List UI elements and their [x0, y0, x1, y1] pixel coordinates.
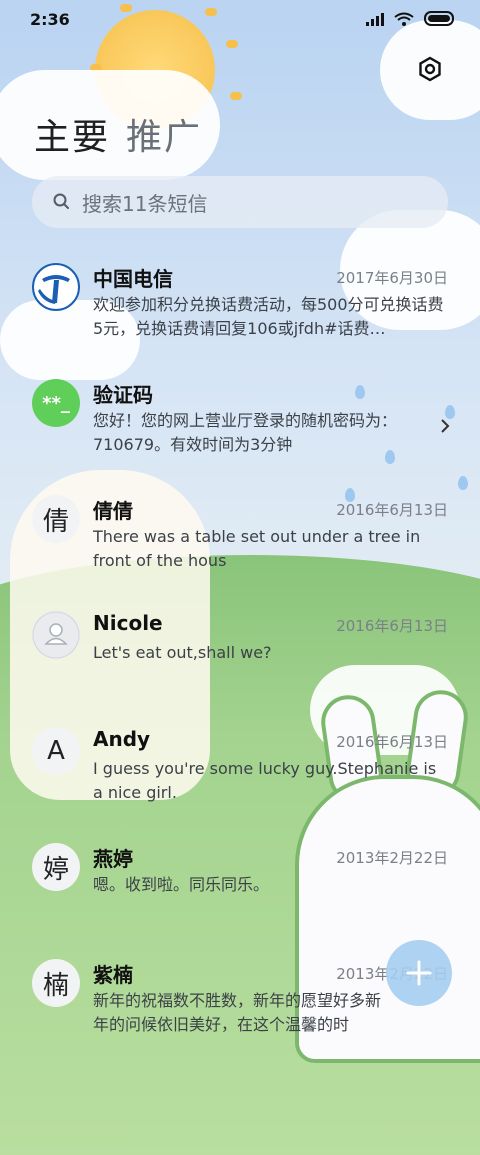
message-preview: 新年的祝福数不胜数，新年的愿望好多新年的问候依旧美好，在这个温馨的时	[93, 991, 382, 1034]
message-preview: Let's eat out,shall we?	[93, 643, 272, 662]
conversation-row[interactable]: 倩 倩倩 2016年6月13日 There was a table set ou…	[0, 477, 480, 593]
china-telecom-logo-icon	[32, 263, 80, 311]
new-message-button[interactable]	[386, 940, 452, 1006]
message-date: 2016年6月13日	[336, 733, 448, 751]
conversation-row[interactable]: 中国电信 2017年6月30日 欢迎参加积分兑换话费活动，每500分可兑换话费5…	[0, 245, 480, 361]
contact-name: 中国电信	[93, 267, 173, 291]
battery-icon	[424, 11, 454, 26]
contact-name: 验证码	[93, 383, 153, 407]
search-icon	[53, 193, 69, 209]
message-date: 2016年6月13日	[336, 501, 448, 519]
contact-name: 紫楠	[93, 963, 133, 987]
category-tabs: 主要 推广	[34, 108, 202, 160]
contact-name: Andy	[93, 727, 151, 751]
search-input[interactable]: 搜索11条短信	[32, 176, 448, 228]
person-icon	[32, 611, 80, 659]
wifi-icon	[394, 12, 414, 26]
avatar: A	[32, 727, 80, 775]
status-bar: 2:36	[0, 0, 480, 40]
avatar: 婷	[32, 843, 80, 891]
avatar	[32, 611, 80, 659]
message-preview: 您好！您的网上营业厅登录的随机密码为：710679。有效时间为3分钟	[93, 411, 398, 454]
status-time: 2:36	[30, 10, 70, 29]
conversation-row[interactable]: A Andy 2016年6月13日 I guess you're some lu…	[0, 709, 480, 825]
message-date: 2017年6月30日	[336, 269, 448, 287]
avatar: **_	[32, 379, 80, 427]
message-date: 2016年6月13日	[336, 617, 448, 635]
message-preview: 欢迎参加积分兑换话费活动，每500分可兑换话费5元，兑换话费请回复106或jfd…	[93, 295, 444, 338]
tab-primary[interactable]: 主要	[34, 108, 110, 160]
conversation-row[interactable]: 婷 燕婷 2013年2月22日 嗯。收到啦。同乐同乐。	[0, 825, 480, 941]
message-date: 2013年2月22日	[336, 849, 448, 867]
search-placeholder: 搜索11条短信	[82, 191, 208, 216]
conversation-list: 中国电信 2017年6月30日 欢迎参加积分兑换话费活动，每500分可兑换话费5…	[0, 245, 480, 1057]
settings-button[interactable]	[416, 55, 444, 83]
message-preview: I guess you're some lucky guy.Stephanie …	[93, 759, 437, 802]
gear-icon	[419, 56, 441, 82]
chevron-right-icon[interactable]	[438, 419, 452, 433]
contact-name: 倩倩	[93, 499, 133, 523]
tab-promotions[interactable]: 推广	[126, 108, 202, 160]
avatar: 楠	[32, 959, 80, 1007]
signal-icon	[366, 12, 384, 26]
message-preview: 嗯。收到啦。同乐同乐。	[93, 875, 270, 894]
conversation-row[interactable]: Nicole 2016年6月13日 Let's eat out,shall we…	[0, 593, 480, 709]
contact-name: Nicole	[93, 611, 163, 635]
contact-name: 燕婷	[93, 847, 133, 871]
avatar	[32, 263, 80, 311]
conversation-row[interactable]: **_ 验证码 您好！您的网上营业厅登录的随机密码为：710679。有效时间为3…	[0, 361, 480, 477]
message-preview: There was a table set out under a tree i…	[93, 527, 421, 570]
avatar: 倩	[32, 495, 80, 543]
plus-icon	[406, 960, 432, 986]
